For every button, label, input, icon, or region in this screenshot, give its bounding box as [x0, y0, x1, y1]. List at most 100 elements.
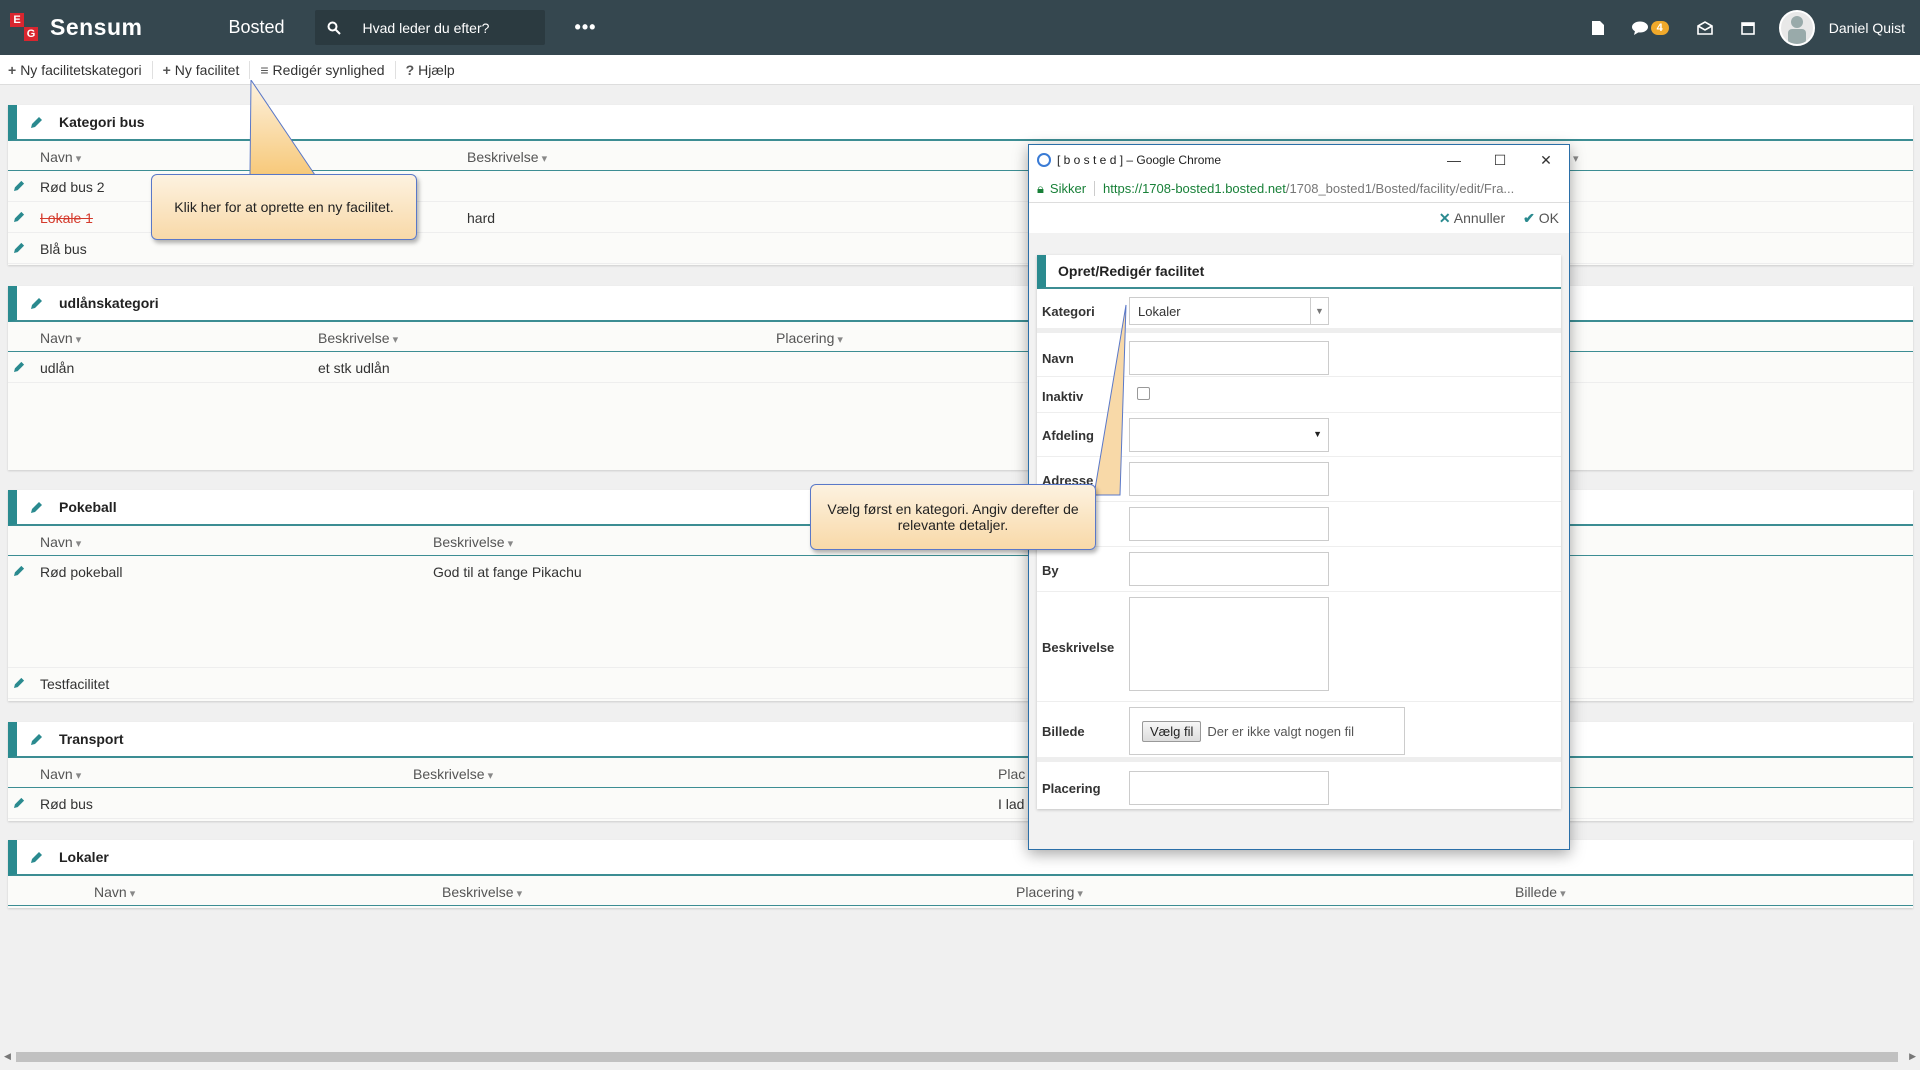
navn-input[interactable] — [1129, 341, 1329, 375]
billede-file-input[interactable]: Vælg fil Der er ikke valgt nogen fil — [1129, 707, 1405, 755]
edit-pencil-icon[interactable] — [14, 565, 25, 576]
edit-visibility-button[interactable]: ≡ Redigér synlighed — [260, 60, 396, 79]
row-description: et stk udlån — [318, 360, 390, 376]
table-row[interactable]: Rød pokeball God til at fange Pikachu — [8, 556, 1913, 668]
category-panel-lokaler: Lokaler Navn Beskrivelse Placering Bille… — [8, 840, 1913, 908]
minimize-icon[interactable]: — — [1431, 152, 1477, 169]
panel-title: Pokeball — [59, 499, 117, 515]
column-header-navn[interactable]: Navn — [94, 884, 135, 900]
edit-pencil-icon[interactable] — [14, 180, 25, 191]
column-header-beskrivelse[interactable]: Beskrivelse — [433, 534, 513, 550]
calendar-icon[interactable] — [1740, 21, 1755, 35]
chat-icon — [1631, 21, 1648, 35]
top-navigation-bar: E G Sensum Bosted Hvad leder du efter? •… — [0, 0, 1920, 55]
beskrivelse-textarea[interactable] — [1129, 597, 1329, 691]
beskrivelse-label: Beskrivelse — [1042, 640, 1115, 655]
messages-badge: 4 — [1650, 20, 1669, 35]
app-name[interactable]: Bosted — [228, 17, 284, 38]
column-header-navn[interactable]: Navn — [40, 149, 81, 165]
by-input[interactable] — [1129, 552, 1329, 586]
inbox-icon[interactable] — [1696, 20, 1713, 35]
tooltip-text: Klik her for at oprette en ny facilitet. — [174, 199, 394, 215]
edit-pencil-icon[interactable] — [14, 361, 25, 372]
user-silhouette-icon — [1787, 15, 1806, 44]
category-panel-transport: Transport Navn Beskrivelse Plac Rød bus … — [8, 722, 1913, 821]
tooltip-text: Vælg først en kategori. Angiv derefter d… — [827, 501, 1079, 533]
edit-pencil-icon[interactable] — [14, 677, 25, 688]
column-header-navn[interactable]: Navn — [40, 330, 81, 346]
table-row[interactable]: udlån et stk udlån — [8, 352, 1913, 383]
edit-pencil-icon[interactable] — [31, 733, 43, 745]
address-bar[interactable]: 🔒︎ Sikker https://1708-bosted1.bosted.ne… — [1029, 175, 1569, 203]
ok-button[interactable]: ✔ OK — [1523, 210, 1559, 227]
kategori-select[interactable]: Lokaler ▼ — [1129, 297, 1329, 325]
edit-pencil-icon[interactable] — [31, 851, 43, 863]
panel-title: Lokaler — [59, 849, 109, 865]
close-icon[interactable]: ✕ — [1523, 152, 1569, 169]
edit-visibility-label: Redigér synlighed — [272, 61, 385, 78]
lock-icon: 🔒︎ — [1037, 180, 1044, 196]
column-header-placering[interactable] — [1573, 149, 1579, 165]
cancel-label: Annuller — [1453, 209, 1506, 226]
column-header-placering[interactable]: Placering — [776, 330, 843, 346]
table-row[interactable]: Rød bus I lad — [8, 788, 1913, 819]
scrollbar-thumb[interactable] — [16, 1052, 1898, 1062]
more-menu-icon[interactable]: ••• — [575, 17, 597, 38]
user-name[interactable]: Daniel Quist — [1829, 20, 1905, 36]
avatar[interactable] — [1778, 9, 1815, 46]
column-header-placering[interactable]: Placering — [1016, 884, 1083, 900]
help-button[interactable]: ? Hjælp — [406, 61, 465, 79]
placering-input[interactable] — [1129, 771, 1329, 805]
row-name: Rød pokeball — [40, 564, 123, 580]
inaktiv-checkbox[interactable] — [1137, 387, 1150, 400]
column-header-beskrivelse[interactable]: Beskrivelse — [442, 884, 522, 900]
table-row[interactable]: Testfacilitet — [8, 668, 1913, 699]
edit-pencil-icon[interactable] — [31, 501, 43, 513]
column-header-billede[interactable]: Billede — [1515, 884, 1566, 900]
maximize-icon[interactable]: ☐ — [1477, 152, 1523, 169]
row-description: God til at fange Pikachu — [433, 564, 582, 580]
url-host: https://1708-bosted1.bosted.net — [1103, 181, 1286, 196]
plus-icon: + — [8, 61, 17, 78]
document-icon[interactable] — [1591, 20, 1604, 35]
navn-label: Navn — [1042, 351, 1074, 366]
column-header-navn[interactable]: Navn — [40, 766, 81, 782]
cancel-button[interactable]: ✕ Annuller — [1439, 210, 1505, 227]
search-box[interactable]: Hvad leder du efter? — [314, 10, 545, 45]
inaktiv-label: Inaktiv — [1042, 389, 1084, 404]
column-header-beskrivelse[interactable]: Beskrivelse — [413, 766, 493, 782]
column-headers: Navn Beskrivelse Plac — [8, 758, 1913, 788]
scroll-left-arrow-icon[interactable]: ◀ — [4, 1051, 11, 1062]
horizontal-scrollbar[interactable]: ◀ ▶ — [0, 1050, 1920, 1064]
column-header-navn[interactable]: Navn — [40, 534, 81, 550]
column-header-beskrivelse[interactable]: Beskrivelse — [318, 330, 398, 346]
edit-pencil-icon[interactable] — [31, 297, 43, 309]
panel-header: Lokaler — [8, 840, 1913, 876]
scroll-right-arrow-icon[interactable]: ▶ — [1909, 1051, 1916, 1062]
logo[interactable]: E G Sensum — [10, 12, 142, 43]
edit-pencil-icon[interactable] — [14, 797, 25, 808]
kategori-label: Kategori — [1042, 304, 1095, 319]
edit-pencil-icon[interactable] — [31, 116, 43, 128]
row-name: Rød bus — [40, 796, 93, 812]
new-facility-button[interactable]: + Ny facilitet — [162, 60, 251, 79]
field-row-billede: Billede Vælg fil Der er ikke valgt nogen… — [1037, 702, 1561, 762]
afdeling-label: Afdeling — [1042, 428, 1094, 443]
plus-icon: + — [162, 61, 171, 78]
column-header-beskrivelse[interactable]: Beskrivelse — [467, 149, 547, 165]
checkmark-icon: ✔ — [1523, 209, 1535, 226]
messages-button[interactable]: 4 — [1631, 20, 1669, 35]
panel-title: Kategori bus — [59, 114, 145, 130]
new-facility-category-button[interactable]: + Ny facilitetskategori — [8, 60, 153, 79]
category-panel-udlanskategori: udlånskategori Navn Beskrivelse Placerin… — [8, 286, 1913, 470]
chevron-down-icon: ▼ — [1310, 298, 1328, 324]
postnr-input[interactable] — [1129, 507, 1329, 541]
afdeling-select[interactable]: ▼ — [1129, 418, 1329, 452]
edit-pencil-icon[interactable] — [14, 211, 25, 222]
adresse-input[interactable] — [1129, 462, 1329, 496]
choose-file-button[interactable]: Vælg fil — [1142, 720, 1202, 742]
panel-header: Transport — [8, 722, 1913, 758]
search-icon — [327, 21, 341, 35]
edit-pencil-icon[interactable] — [14, 242, 25, 253]
close-icon: ✕ — [1438, 209, 1451, 226]
